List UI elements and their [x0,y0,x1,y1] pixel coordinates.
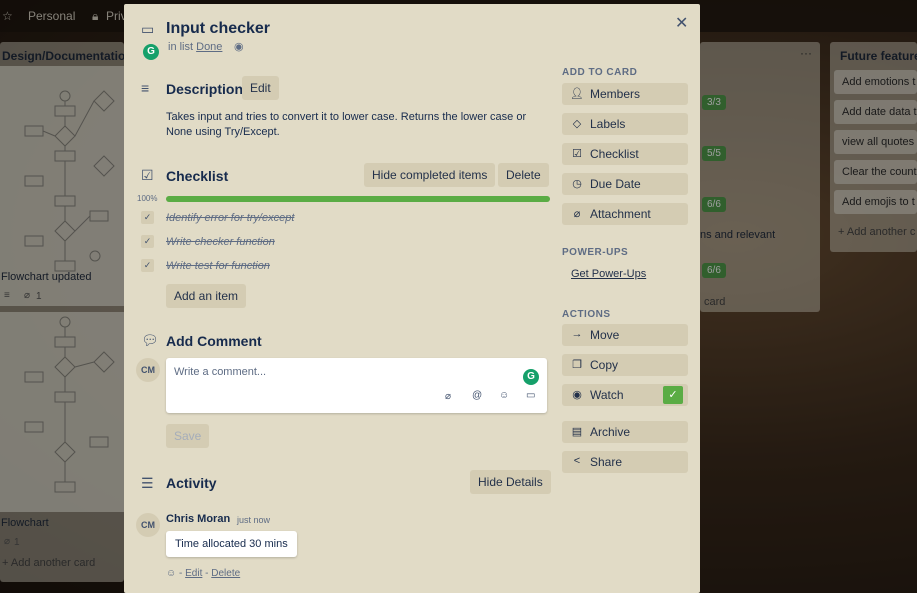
attachment-icon[interactable]: ⌀ [445,391,451,402]
delete-checklist-button[interactable]: Delete [498,163,549,187]
checklist-label: Checklist [590,147,639,161]
watch-button[interactable]: ◉ Watch ✓ [562,384,688,406]
edit-comment-link[interactable]: Edit [185,568,202,579]
person-icon: 👤︎ [570,88,584,100]
avatar[interactable]: CM [136,358,160,382]
archive-label: Archive [590,425,631,439]
checkbox-icon: ☑ [141,167,154,183]
arrow-right-icon: → [571,328,583,340]
copy-icon: ❐ [572,359,582,371]
save-comment-button[interactable]: Save [166,424,210,448]
comment-author[interactable]: Chris Moran [166,513,230,525]
card-link-icon[interactable]: ▭ [526,390,535,401]
checklist-item[interactable]: Identify error for try/except [166,212,294,224]
in-list-prefix: in list [168,41,194,53]
due-date-button[interactable]: ◷ Due Date [562,173,688,195]
eye-icon: ◉ [572,389,582,401]
share-icon: < [573,455,581,467]
checklist-button[interactable]: ☑ Checklist [562,143,688,165]
attachment-button[interactable]: ⌀ Attachment [562,203,688,225]
checkbox-checked[interactable]: ✓ [141,259,154,272]
add-comment-heading: Add Comment [166,333,262,349]
copy-label: Copy [590,358,619,372]
mention-icon[interactable]: @ [472,390,482,401]
power-ups-heading: POWER-UPS [562,247,629,258]
add-reaction-icon[interactable]: ☺ [166,568,176,579]
share-label: Share [590,455,623,469]
paperclip-icon: ⌀ [573,208,581,220]
comment-timestamp[interactable]: just now [237,515,270,525]
grammarly-icon[interactable]: G [143,44,159,60]
card-title[interactable]: Input checker [166,20,270,38]
list-name-link[interactable]: Done [196,41,222,53]
watch-label: Watch [590,388,624,402]
comment-actions: ☺ - Edit - Delete [166,568,240,579]
checkbox-icon: ☑ [572,148,582,160]
copy-button[interactable]: ❐ Copy [562,354,688,376]
description-text[interactable]: Takes input and tries to convert it to l… [166,110,526,140]
separator: - [179,568,183,579]
progress-track [166,196,550,202]
activity-heading: Activity [166,475,217,491]
comment-icon: 💬︎ [141,332,159,348]
card-icon: ▭ [141,21,155,37]
close-icon[interactable]: ✕ [675,13,688,33]
add-checklist-item-button[interactable]: Add an item [166,284,247,308]
tag-icon: ◇ [572,118,582,130]
progress-fill [166,196,550,202]
description-icon: ≡ [141,80,150,96]
card-detail-modal: ▭ Input checker G in list Done ◉ ✕ ≡ Des… [124,4,700,593]
comment-placeholder: Write a comment... [174,366,267,378]
checkbox-checked[interactable]: ✓ [141,211,154,224]
progress-percent: 100% [137,194,158,203]
watching-check-icon: ✓ [663,386,683,404]
checklist-item[interactable]: Write checker function [166,236,275,248]
due-date-label: Due Date [590,177,641,191]
in-list-label: in list Done [168,41,222,53]
description-heading: Description [166,81,244,97]
hide-completed-items-button[interactable]: Hide completed items [364,163,496,187]
delete-comment-link[interactable]: Delete [211,568,240,579]
comment-body: Time allocated 30 mins [166,531,297,557]
checkbox-checked[interactable]: ✓ [141,235,154,248]
description-line: None using Try/Except. [166,126,280,138]
archive-button[interactable]: ▤ Archive [562,421,688,443]
move-button[interactable]: → Move [562,324,688,346]
description-line: Takes input and tries to convert it to l… [166,111,527,123]
archive-icon: ▤ [571,426,583,438]
grammarly-icon[interactable]: G [523,369,539,385]
attachment-label: Attachment [590,207,651,221]
members-button[interactable]: 👤︎ Members [562,83,688,105]
edit-description-button[interactable]: Edit [242,76,279,100]
members-label: Members [590,87,641,101]
checklist-heading[interactable]: Checklist [166,168,228,184]
eye-icon[interactable]: ◉ [234,40,244,53]
activity-icon: ☰ [141,475,154,491]
labels-label: Labels [590,117,626,131]
actions-heading: ACTIONS [562,309,611,320]
hide-details-button[interactable]: Hide Details [470,470,551,494]
comment-input[interactable]: Write a comment... G ⌀ @ ☺ ▭ [166,358,547,413]
clock-icon: ◷ [572,178,582,190]
share-button[interactable]: < Share [562,451,688,473]
emoji-icon[interactable]: ☺ [499,390,509,401]
avatar[interactable]: CM [136,513,160,537]
separator: - [205,568,209,579]
add-to-card-heading: ADD TO CARD [562,67,638,78]
get-power-ups-link[interactable]: Get Power-Ups [571,268,646,280]
labels-button[interactable]: ◇ Labels [562,113,688,135]
move-label: Move [590,328,620,342]
checklist-item[interactable]: Write test for function [166,260,270,272]
